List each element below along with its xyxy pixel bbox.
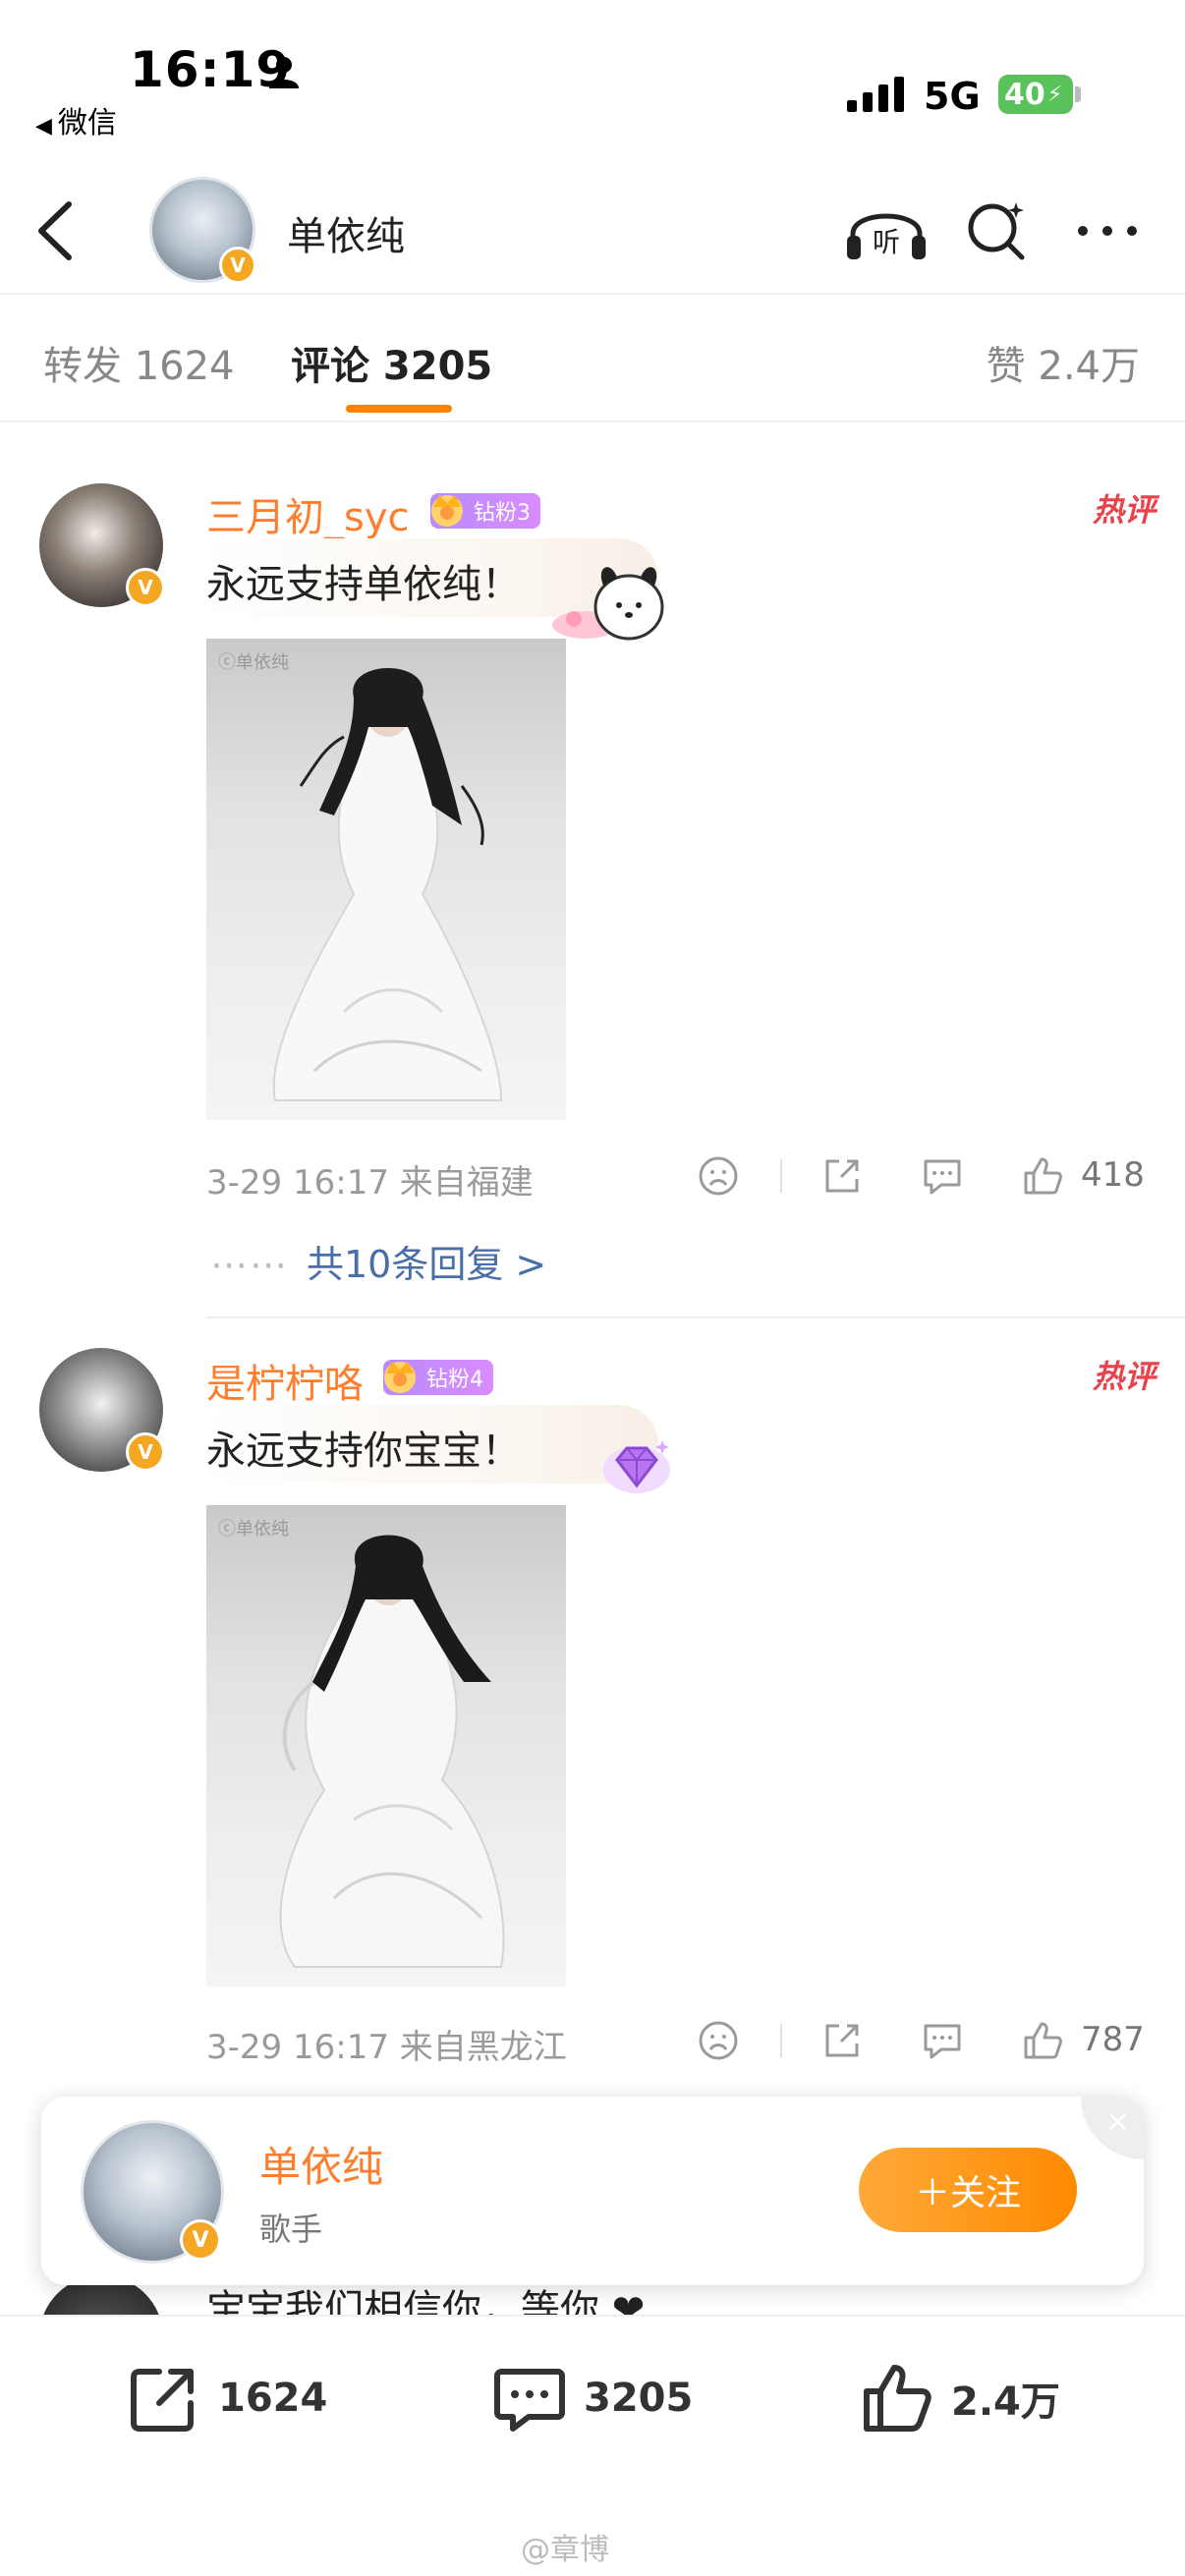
fan-level-badge: 钻粉3 — [430, 493, 540, 529]
action-separator — [780, 2024, 782, 2057]
comment-photo[interactable]: ⓒ单依纯 — [206, 639, 566, 1120]
back-to-app-button[interactable]: ◀ 微信 — [35, 98, 117, 141]
comment-like-count: 418 — [1081, 1155, 1145, 1195]
back-app-label: 微信 — [57, 106, 117, 140]
tab-repost[interactable]: 转发 1624 — [43, 334, 235, 391]
listen-headphone-icon[interactable]: 听 — [845, 196, 928, 265]
verified-badge-icon: V — [126, 1432, 165, 1472]
fan-level-badge: 钻粉4 — [383, 1360, 493, 1395]
tab-bar: 转发 1624 评论 3205 赞 2.4万 — [0, 297, 1185, 422]
comment-text: 永远支持你宝宝！ — [206, 1428, 521, 1474]
like-thumb-icon[interactable] — [1020, 2018, 1065, 2063]
crown-icon — [384, 1362, 416, 1393]
follow-button[interactable]: ＋关注 — [859, 2148, 1077, 2232]
reply-comment-icon[interactable] — [920, 1153, 965, 1199]
svg-text:听: 听 — [873, 226, 900, 258]
like-count: 2.4万 — [951, 2380, 1060, 2425]
repost-share-icon — [131, 2369, 194, 2432]
author-name[interactable]: 单依纯 — [287, 204, 405, 261]
verified-badge-icon: V — [126, 568, 165, 607]
nav-bar: V 单依纯 听 — [0, 167, 1185, 295]
repost-button[interactable]: 1624 — [126, 2354, 327, 2442]
photo-figure-illustration — [279, 1535, 505, 1968]
commenter-name[interactable]: 三月初_syc — [206, 485, 410, 542]
view-replies-link[interactable]: ⋯⋯ 共10条回复 > — [210, 1234, 546, 1288]
comment-photo[interactable]: ⓒ单依纯 — [206, 1505, 566, 1987]
follow-suggestion-card: × V 单依纯 歌手 ＋关注 — [41, 2097, 1144, 2285]
like-button[interactable]: 2.4万 — [859, 2354, 1060, 2442]
comment-like-count: 787 — [1081, 2020, 1145, 2059]
dislike-face-icon[interactable] — [696, 1153, 741, 1199]
verified-badge-icon: V — [180, 2219, 221, 2261]
share-icon[interactable] — [819, 2018, 865, 2063]
comment-button[interactable]: 3205 — [491, 2354, 693, 2442]
photo-figure-illustration — [272, 668, 503, 1101]
signal-icon — [847, 77, 904, 112]
author-avatar[interactable]: V — [149, 177, 256, 284]
commenter-avatar[interactable]: V — [39, 1348, 165, 1472]
author-name[interactable]: 单依纯 — [259, 2134, 383, 2194]
hot-comment-tag: 热评 — [1092, 491, 1156, 529]
back-triangle-icon: ◀ — [35, 114, 52, 139]
fan-level-label: 钻粉3 — [474, 501, 531, 526]
more-icon[interactable] — [1073, 216, 1142, 246]
reply-comment-icon[interactable] — [920, 2018, 965, 2063]
photo-watermark: ⓒ单依纯 — [218, 652, 289, 673]
commenter-name[interactable]: 是柠柠咯 — [206, 1352, 364, 1409]
diamond-sticker-icon — [603, 1440, 670, 1493]
comment-meta: 3-29 16:17 来自福建 — [206, 1163, 534, 1203]
reply-dots: ⋯⋯ — [210, 1243, 289, 1286]
bottom-toolbar: 1624 3205 2.4万 — [0, 2315, 1185, 2482]
battery-tip — [1075, 86, 1081, 102]
tab-comment[interactable]: 评论 3205 — [291, 334, 492, 391]
battery-level: 40 — [1004, 77, 1045, 112]
commenter-avatar[interactable]: V — [39, 483, 165, 607]
tab-like[interactable]: 赞 2.4万 — [987, 334, 1140, 391]
status-bar: 16:19 ◀ 微信 5G 40 ⚡ — [0, 0, 1185, 157]
dislike-face-icon[interactable] — [696, 2018, 741, 2063]
pochacco-sticker-icon — [552, 567, 664, 641]
battery-indicator: 40 ⚡ — [998, 75, 1073, 114]
search-icon[interactable] — [963, 196, 1032, 265]
hot-comment-tag: 热评 — [1092, 1358, 1156, 1395]
comment-text: 永远支持单依纯！ — [206, 562, 521, 607]
action-separator — [780, 1159, 782, 1193]
active-tab-indicator — [346, 405, 452, 413]
comment-divider — [206, 1316, 1185, 1318]
author-description: 歌手 — [259, 2211, 323, 2248]
crown-icon — [431, 495, 463, 527]
like-thumb-icon[interactable] — [1020, 1153, 1065, 1199]
network-type: 5G — [924, 75, 981, 118]
comment-meta: 3-29 16:17 来自黑龙江 — [206, 2028, 567, 2067]
photo-watermark: ⓒ单依纯 — [218, 1519, 289, 1540]
fan-level-label: 钻粉4 — [426, 1368, 483, 1392]
charging-icon: ⚡ — [1046, 82, 1063, 107]
comment-bubble-icon — [494, 2369, 565, 2432]
like-thumb-icon — [864, 2365, 931, 2432]
verified-badge-icon: V — [219, 247, 256, 284]
comment-count: 3205 — [584, 2376, 694, 2421]
repost-count: 1624 — [218, 2376, 328, 2421]
back-chevron-icon[interactable] — [29, 196, 88, 265]
author-avatar[interactable]: V — [81, 2120, 224, 2264]
share-icon[interactable] — [819, 1153, 865, 1199]
close-icon: × — [1104, 2104, 1130, 2139]
person-icon — [269, 57, 299, 88]
close-card-button[interactable]: × — [1081, 2097, 1144, 2159]
replies-count-label: 共10条回复 > — [307, 1243, 547, 1286]
weibo-watermark: @章博 — [521, 2533, 609, 2567]
